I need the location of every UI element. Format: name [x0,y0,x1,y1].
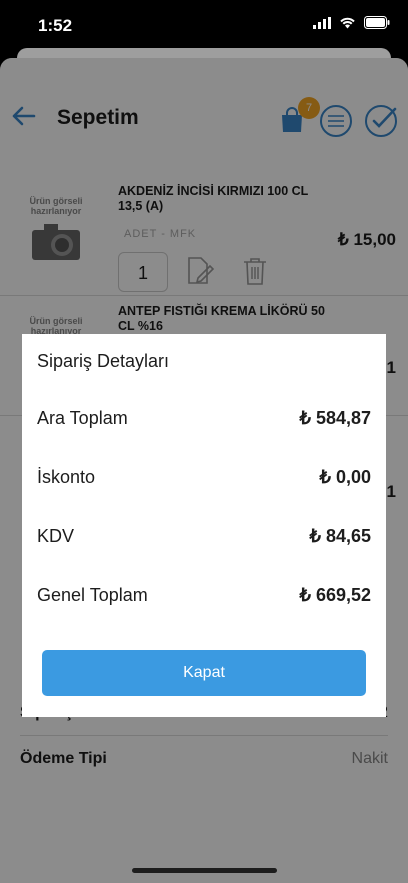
tax-row: KDV ₺ 84,65 [37,526,371,556]
tax-value: ₺ 84,65 [309,526,372,546]
battery-icon [364,16,390,29]
subtotal-value: ₺ 584,87 [299,408,371,428]
discount-label: İskonto [37,467,96,487]
signal-icon [313,16,331,29]
home-indicator [132,868,277,873]
subtotal-label: Ara Toplam [37,408,128,428]
tax-label: KDV [37,526,75,546]
status-icons [313,16,390,29]
order-details-dialog: Sipariş Detayları Ara Toplam ₺ 584,87 İs… [22,334,386,717]
cart-screen: Sepetim 7 Ürün görseli hazırlanıyor AKDE… [0,58,408,883]
close-button[interactable]: Kapat [42,650,366,696]
grand-total-label: Genel Toplam [37,585,148,605]
status-bar: 1:52 [0,0,408,50]
grand-total-value: ₺ 669,52 [299,585,371,605]
discount-row: İskonto ₺ 0,00 [37,467,371,497]
grand-total-row: Genel Toplam ₺ 669,52 [37,585,371,615]
wifi-icon [340,17,355,28]
discount-value: ₺ 0,00 [319,467,372,487]
status-time: 1:52 [38,16,73,35]
dialog-title: Sipariş Detayları [37,351,170,371]
subtotal-row: Ara Toplam ₺ 584,87 [37,408,371,438]
